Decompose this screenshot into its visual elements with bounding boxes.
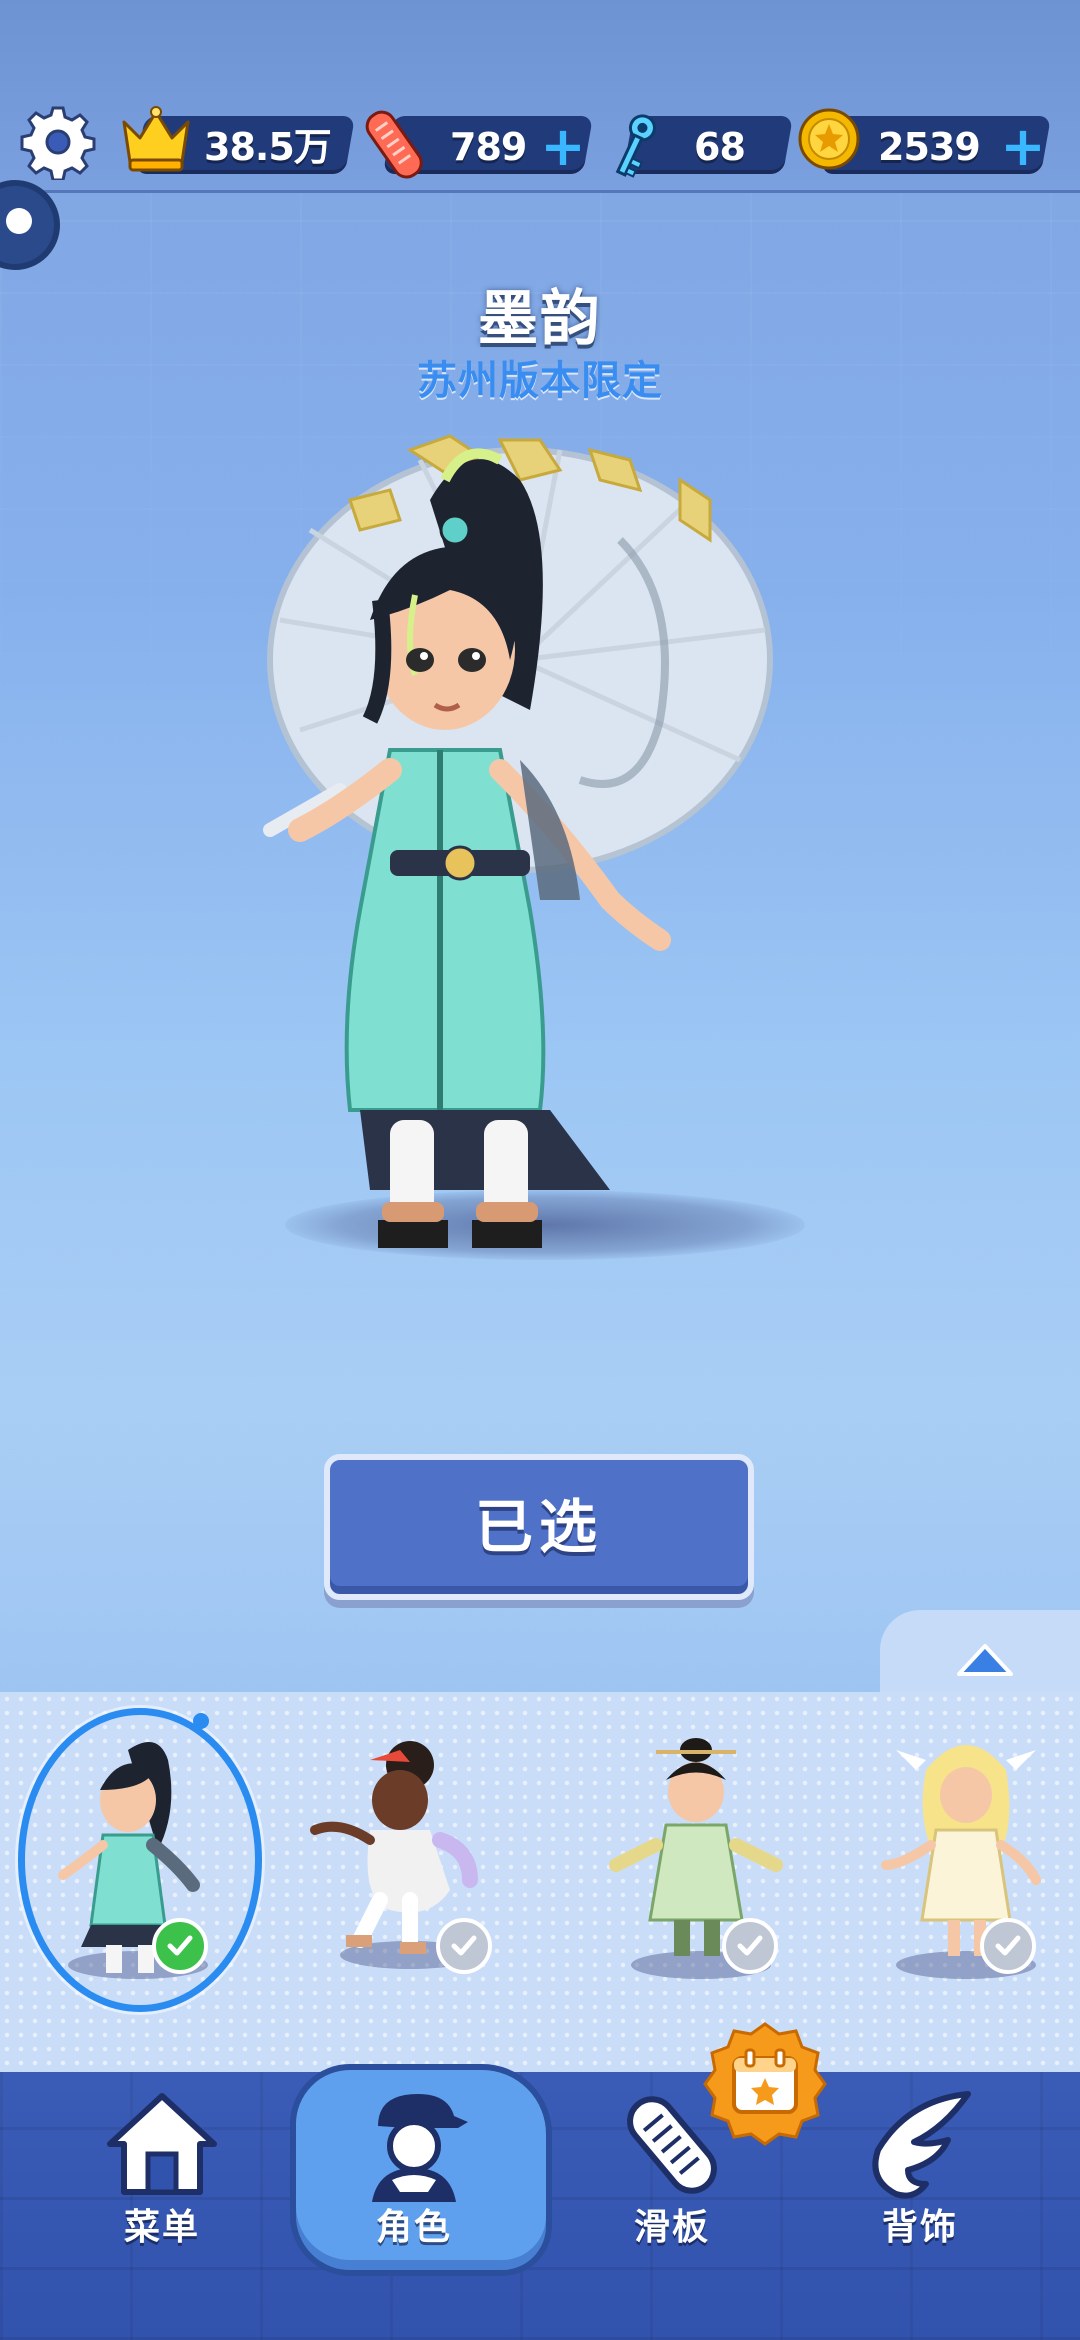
settings-gear-icon[interactable]	[20, 104, 96, 180]
character-name: 墨韵	[478, 284, 602, 354]
nav-item-menu[interactable]: 菜单	[62, 2082, 262, 2292]
character-slot-4[interactable]	[856, 1730, 1080, 2000]
calendar-event-icon[interactable]	[700, 2020, 830, 2150]
key-icon	[615, 114, 656, 178]
selected-check-icon	[152, 1918, 208, 1974]
skateboard-ticket-icon	[365, 110, 423, 179]
character-slot-1[interactable]	[28, 1730, 258, 2000]
character-slot-3[interactable]	[586, 1730, 816, 2000]
crown-icon	[122, 106, 190, 172]
board-value: 789	[450, 125, 527, 169]
nav-label-skateboard: 滑板	[633, 2207, 710, 2248]
character-model[interactable]	[240, 420, 840, 1280]
character-icon	[372, 2094, 468, 2202]
nav-item-back-accessory[interactable]: 背饰	[820, 2082, 1020, 2292]
character-subtitle: 苏州版本限定	[417, 358, 663, 404]
nav-label-back-accessory: 背饰	[881, 2207, 958, 2248]
coin-value: 2539	[878, 125, 981, 169]
home-icon	[107, 2093, 217, 2195]
unselected-check-icon	[436, 1918, 492, 1974]
chevron-up-icon[interactable]	[955, 1640, 1015, 1680]
crown-value: 38.5万	[204, 125, 332, 169]
selected-button[interactable]: 已选	[324, 1454, 754, 1600]
character-slot-2[interactable]	[300, 1730, 530, 2000]
nav-label-character: 角色	[375, 2207, 452, 2248]
board-add-button[interactable]: +	[538, 118, 588, 176]
nav-label-menu: 菜单	[123, 2207, 200, 2248]
unselected-check-icon	[722, 1918, 778, 1974]
key-value: 68	[694, 125, 746, 169]
wing-icon	[872, 2091, 971, 2199]
nav-item-character[interactable]: 角色	[314, 2082, 514, 2292]
coin-icon	[798, 108, 860, 170]
unselected-check-icon	[980, 1918, 1036, 1974]
coin-add-button[interactable]: +	[998, 118, 1048, 176]
